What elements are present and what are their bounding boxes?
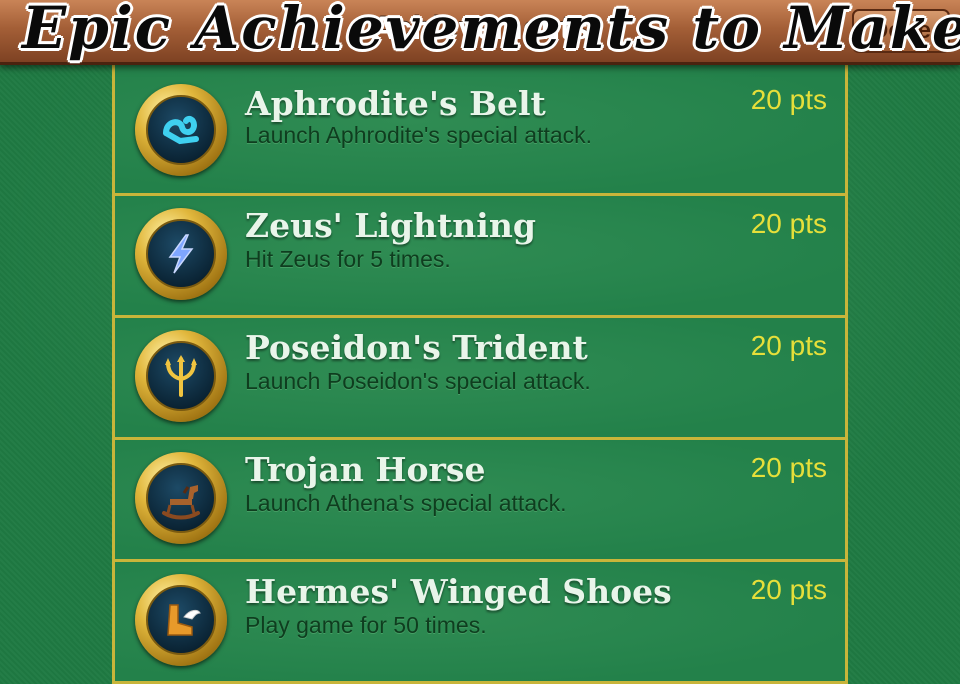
achievement-description: Launch Athena's special attack. (245, 490, 567, 516)
achievement-row[interactable]: Zeus' Lightning Hit Zeus for 5 times. 20… (115, 196, 845, 318)
achievement-row[interactable]: Poseidon's Trident Launch Poseidon's spe… (115, 318, 845, 440)
achievement-title: Trojan Horse (245, 450, 486, 489)
achievement-description: Play game for 50 times. (245, 612, 487, 638)
achievement-points: 20 pts (750, 84, 827, 115)
achievement-description: Launch Aphrodite's special attack. (245, 122, 593, 148)
achievement-row[interactable]: Trojan Horse Launch Athena's special att… (115, 440, 845, 562)
achievement-list: Aphrodite's Belt Launch Aphrodite's spec… (112, 62, 848, 684)
medal (135, 330, 227, 422)
medal (135, 208, 227, 300)
achievement-row[interactable]: Hermes' Winged Shoes Play game for 50 ti… (115, 562, 845, 684)
rocking-horse-icon (162, 485, 200, 520)
trident-icon (165, 355, 197, 397)
achievement-description: Hit Zeus for 5 times. (245, 246, 451, 272)
achievement-title: Aphrodite's Belt (245, 84, 546, 123)
achievement-description: Launch Poseidon's special attack. (245, 368, 591, 394)
winged-shoe-icon (167, 604, 201, 636)
medal (135, 574, 227, 666)
achievement-title: Zeus' Lightning (245, 206, 536, 245)
belt-icon (163, 115, 199, 145)
lightning-icon (168, 234, 194, 274)
achievement-points: 20 pts (750, 574, 827, 605)
medal (135, 452, 227, 544)
achievement-row[interactable]: Aphrodite's Belt Launch Aphrodite's spec… (115, 62, 845, 196)
achievement-points: 20 pts (750, 208, 827, 239)
achievement-title: Poseidon's Trident (245, 328, 588, 367)
medal (135, 84, 227, 176)
achievement-points: 20 pts (750, 452, 827, 483)
overlay-caption: Epic Achievements to Make (22, 0, 960, 62)
achievement-points: 20 pts (750, 330, 827, 361)
achievement-title: Hermes' Winged Shoes (245, 572, 672, 611)
